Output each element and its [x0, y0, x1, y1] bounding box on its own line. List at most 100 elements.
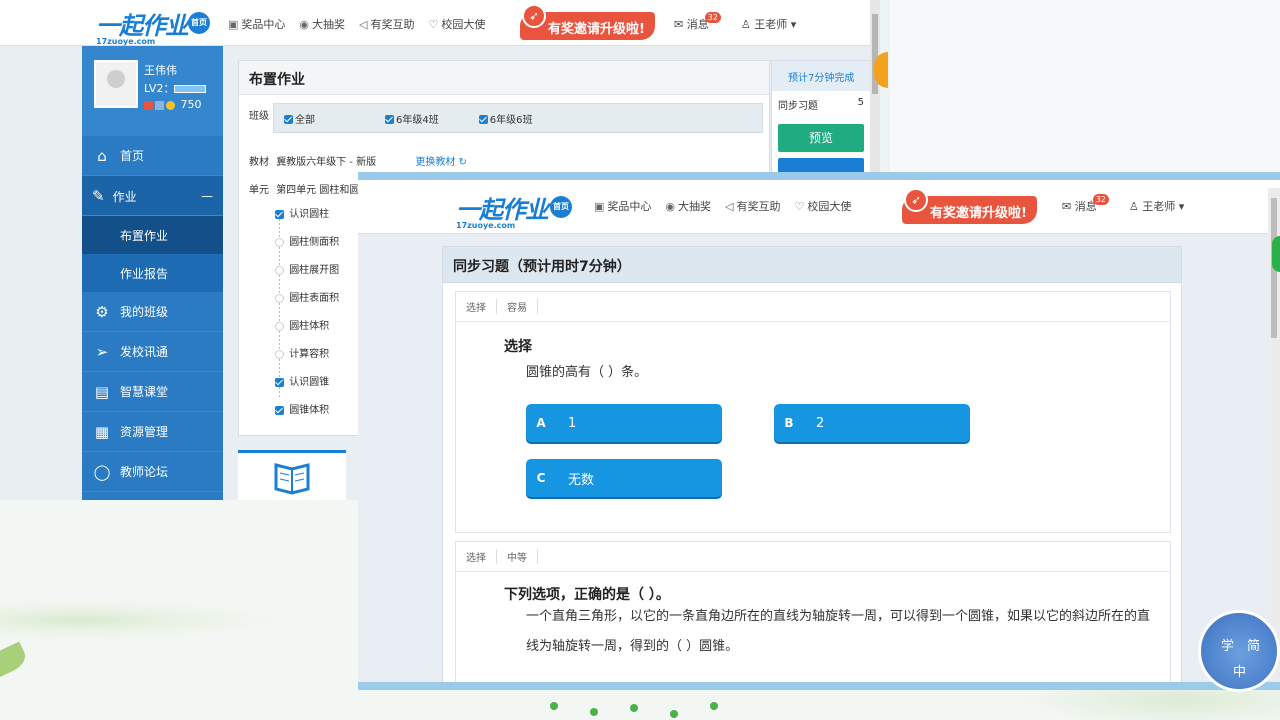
- change-textbook-link[interactable]: 更换教材 ↻: [415, 157, 467, 168]
- option-b[interactable]: B2: [774, 404, 970, 442]
- collapse-icon[interactable]: —: [201, 189, 213, 203]
- floating-widget[interactable]: [874, 52, 888, 88]
- sidebar-item-my-class[interactable]: ⚙ 我的班级: [82, 292, 223, 332]
- class-label: 班级: [249, 111, 269, 122]
- class-option-all[interactable]: 全部: [284, 111, 315, 126]
- nav-label: 校园大使: [441, 18, 486, 31]
- user-area: ✉ 消息32 ♙ 王老师 ▾: [1062, 194, 1184, 214]
- class-option-6-4[interactable]: 6年级4班: [385, 111, 439, 126]
- checkbox-icon: [275, 377, 284, 387]
- nav-prizes[interactable]: ▣ 奖品中心: [228, 16, 285, 32]
- sidebar-subitem-report[interactable]: 作业报告: [82, 254, 223, 292]
- logo[interactable]: 一起作业 17zuoye.com 首页: [456, 190, 572, 230]
- tag-difficulty: 中等: [497, 549, 538, 564]
- question-card: 选择 容易 选择 圆锥的高有（ ）条。 A1 B2 C 无数: [455, 291, 1171, 533]
- checkbox-icon: [275, 405, 284, 415]
- option-a[interactable]: [526, 682, 722, 690]
- sidebar-item-homework[interactable]: ✎ 作业 —: [82, 176, 223, 216]
- lesson-label: 认识圆柱: [289, 209, 330, 220]
- nav-lottery[interactable]: ◉ 大抽奖: [299, 16, 345, 32]
- lesson-label: 计算容积: [289, 349, 330, 360]
- book-card[interactable]: [238, 450, 346, 500]
- chat-icon: ◯: [93, 462, 111, 481]
- option-letter: B: [784, 416, 794, 430]
- summary-item-count: 5: [857, 97, 864, 108]
- lesson-item[interactable]: 认识圆锥: [275, 373, 329, 388]
- home-badge[interactable]: 首页: [188, 12, 210, 34]
- send-icon: ➢: [95, 342, 109, 361]
- sidebar-item-label: 发校讯通: [120, 345, 169, 359]
- exercise-content: 同步习题（预计用时7分钟） 选择 容易 选择 圆锥的高有（ ）条。 A1 B2 …: [442, 246, 1182, 690]
- avatar[interactable]: [94, 60, 138, 108]
- option-value: 无数: [568, 472, 595, 488]
- panel-title: 布置作业: [239, 61, 769, 95]
- sidebar-item-label: 布置作业: [120, 228, 169, 243]
- nav-ambassador[interactable]: ♡ 校园大使: [794, 198, 851, 214]
- sidebar-item-label: 智慧课堂: [120, 385, 169, 399]
- promo-text: 有奖邀请升级啦!: [930, 206, 1027, 221]
- sidebar-item-forum[interactable]: ◯ 教师论坛: [82, 452, 223, 492]
- lesson-label: 圆柱体积: [289, 321, 330, 332]
- lesson-item[interactable]: 圆柱侧面积: [275, 233, 339, 248]
- assign-button[interactable]: [778, 158, 864, 172]
- nav-ambassador[interactable]: ♡ 校园大使: [428, 16, 485, 32]
- megaphone-icon: ◁: [359, 18, 368, 31]
- radio-icon: [275, 265, 284, 275]
- user-menu[interactable]: ♙ 王老师 ▾: [741, 16, 796, 32]
- unit-label: 单元: [249, 185, 269, 196]
- heart-icon: ♡: [428, 18, 439, 31]
- option-value: 2: [816, 415, 825, 431]
- background-panel: [890, 0, 1280, 172]
- floating-widget[interactable]: [1272, 236, 1280, 272]
- profile-coins: 750: [144, 98, 202, 111]
- promo-banner[interactable]: ➶ 有奖邀请升级啦!: [902, 188, 1037, 224]
- sidebar-item-home[interactable]: ⌂ 首页: [82, 136, 223, 176]
- option-a[interactable]: A1: [526, 404, 722, 442]
- option-c[interactable]: C 无数: [526, 459, 722, 497]
- prize-icon: ▣: [594, 200, 605, 213]
- profile-card: 王伟伟 LV2： 750: [82, 46, 223, 136]
- nav-mutual-help[interactable]: ◁ 有奖互助: [725, 198, 780, 214]
- top-bar: 一起作业 17zuoye.com 首页 ▣ 奖品中心 ◉ 大抽奖 ◁ 有奖互助 ♡ 校园…: [358, 180, 1280, 234]
- promo-banner[interactable]: ➶ 有奖邀请升级啦!: [520, 4, 655, 40]
- unit-row: 单元 第四单元 圆柱和圆锥: [249, 181, 369, 196]
- lesson-item[interactable]: 计算容积: [275, 345, 329, 360]
- lesson-item[interactable]: 圆锥体积: [275, 401, 329, 416]
- sidebar-item-smart-class[interactable]: ▤ 智慧课堂: [82, 372, 223, 412]
- nav-prizes[interactable]: ▣ 奖品中心: [594, 198, 651, 214]
- home-badge[interactable]: 首页: [550, 196, 572, 218]
- sidebar-item-resources[interactable]: ▦ 资源管理: [82, 412, 223, 452]
- preview-button[interactable]: 预览: [778, 124, 864, 152]
- prize-icon: ▣: [228, 18, 239, 31]
- mail-icon: ✉: [674, 18, 684, 31]
- lesson-item[interactable]: 认识圆柱: [275, 205, 329, 220]
- sidebar-subitem-assign[interactable]: 布置作业: [82, 216, 223, 254]
- sidebar-item-notice[interactable]: ➢ 发校讯通: [82, 332, 223, 372]
- messages-link[interactable]: ✉ 消息32: [1062, 194, 1113, 214]
- checkbox-icon: [284, 115, 293, 124]
- nav-label: 有奖互助: [370, 18, 415, 31]
- sidebar: 王伟伟 LV2： 750 ⌂ 首页 ✎ 作业 — 布置作业 作业报告 ⚙ 我的班级 ➢ 发…: [82, 46, 223, 500]
- question-tags: 选择 容易: [456, 292, 1170, 322]
- class-option-6-6[interactable]: 6年级6班: [478, 111, 532, 126]
- sidebar-item-label: 我的班级: [120, 305, 169, 319]
- nav-mutual-help[interactable]: ◁ 有奖互助: [359, 16, 414, 32]
- top-nav: ▣ 奖品中心 ◉ 大抽奖 ◁ 有奖互助 ♡ 校园大使: [228, 16, 485, 32]
- change-textbook-label: 更换教材: [415, 157, 456, 168]
- messages-link[interactable]: ✉ 消息32: [674, 12, 725, 32]
- logo[interactable]: 一起作业 17zuoye.com 首页: [96, 6, 210, 46]
- option-b[interactable]: [774, 682, 970, 690]
- checkbox-icon: [275, 209, 284, 219]
- radio-icon: [275, 293, 284, 303]
- board-icon: ▤: [94, 382, 110, 401]
- user-menu[interactable]: ♙ 王老师 ▾: [1129, 198, 1184, 214]
- lesson-item[interactable]: 圆柱体积: [275, 317, 329, 332]
- caret-down-icon: ▾: [790, 18, 797, 31]
- top-bar: 一起作业 17zuoye.com 首页 ▣ 奖品中心 ◉ 大抽奖 ◁ 有奖互助 ♡ 校园…: [0, 0, 880, 46]
- level-bar: [174, 85, 207, 93]
- coin-icon: [166, 100, 175, 110]
- question-text: 一个直角三角形，以它的一条直角边所在的直线为轴旋转一周，可以得到一个圆锥，如果以…: [526, 609, 1151, 654]
- lesson-item[interactable]: 圆柱表面积: [275, 289, 339, 304]
- lesson-item[interactable]: 圆柱展开图: [275, 261, 339, 276]
- nav-lottery[interactable]: ◉ 大抽奖: [665, 198, 711, 214]
